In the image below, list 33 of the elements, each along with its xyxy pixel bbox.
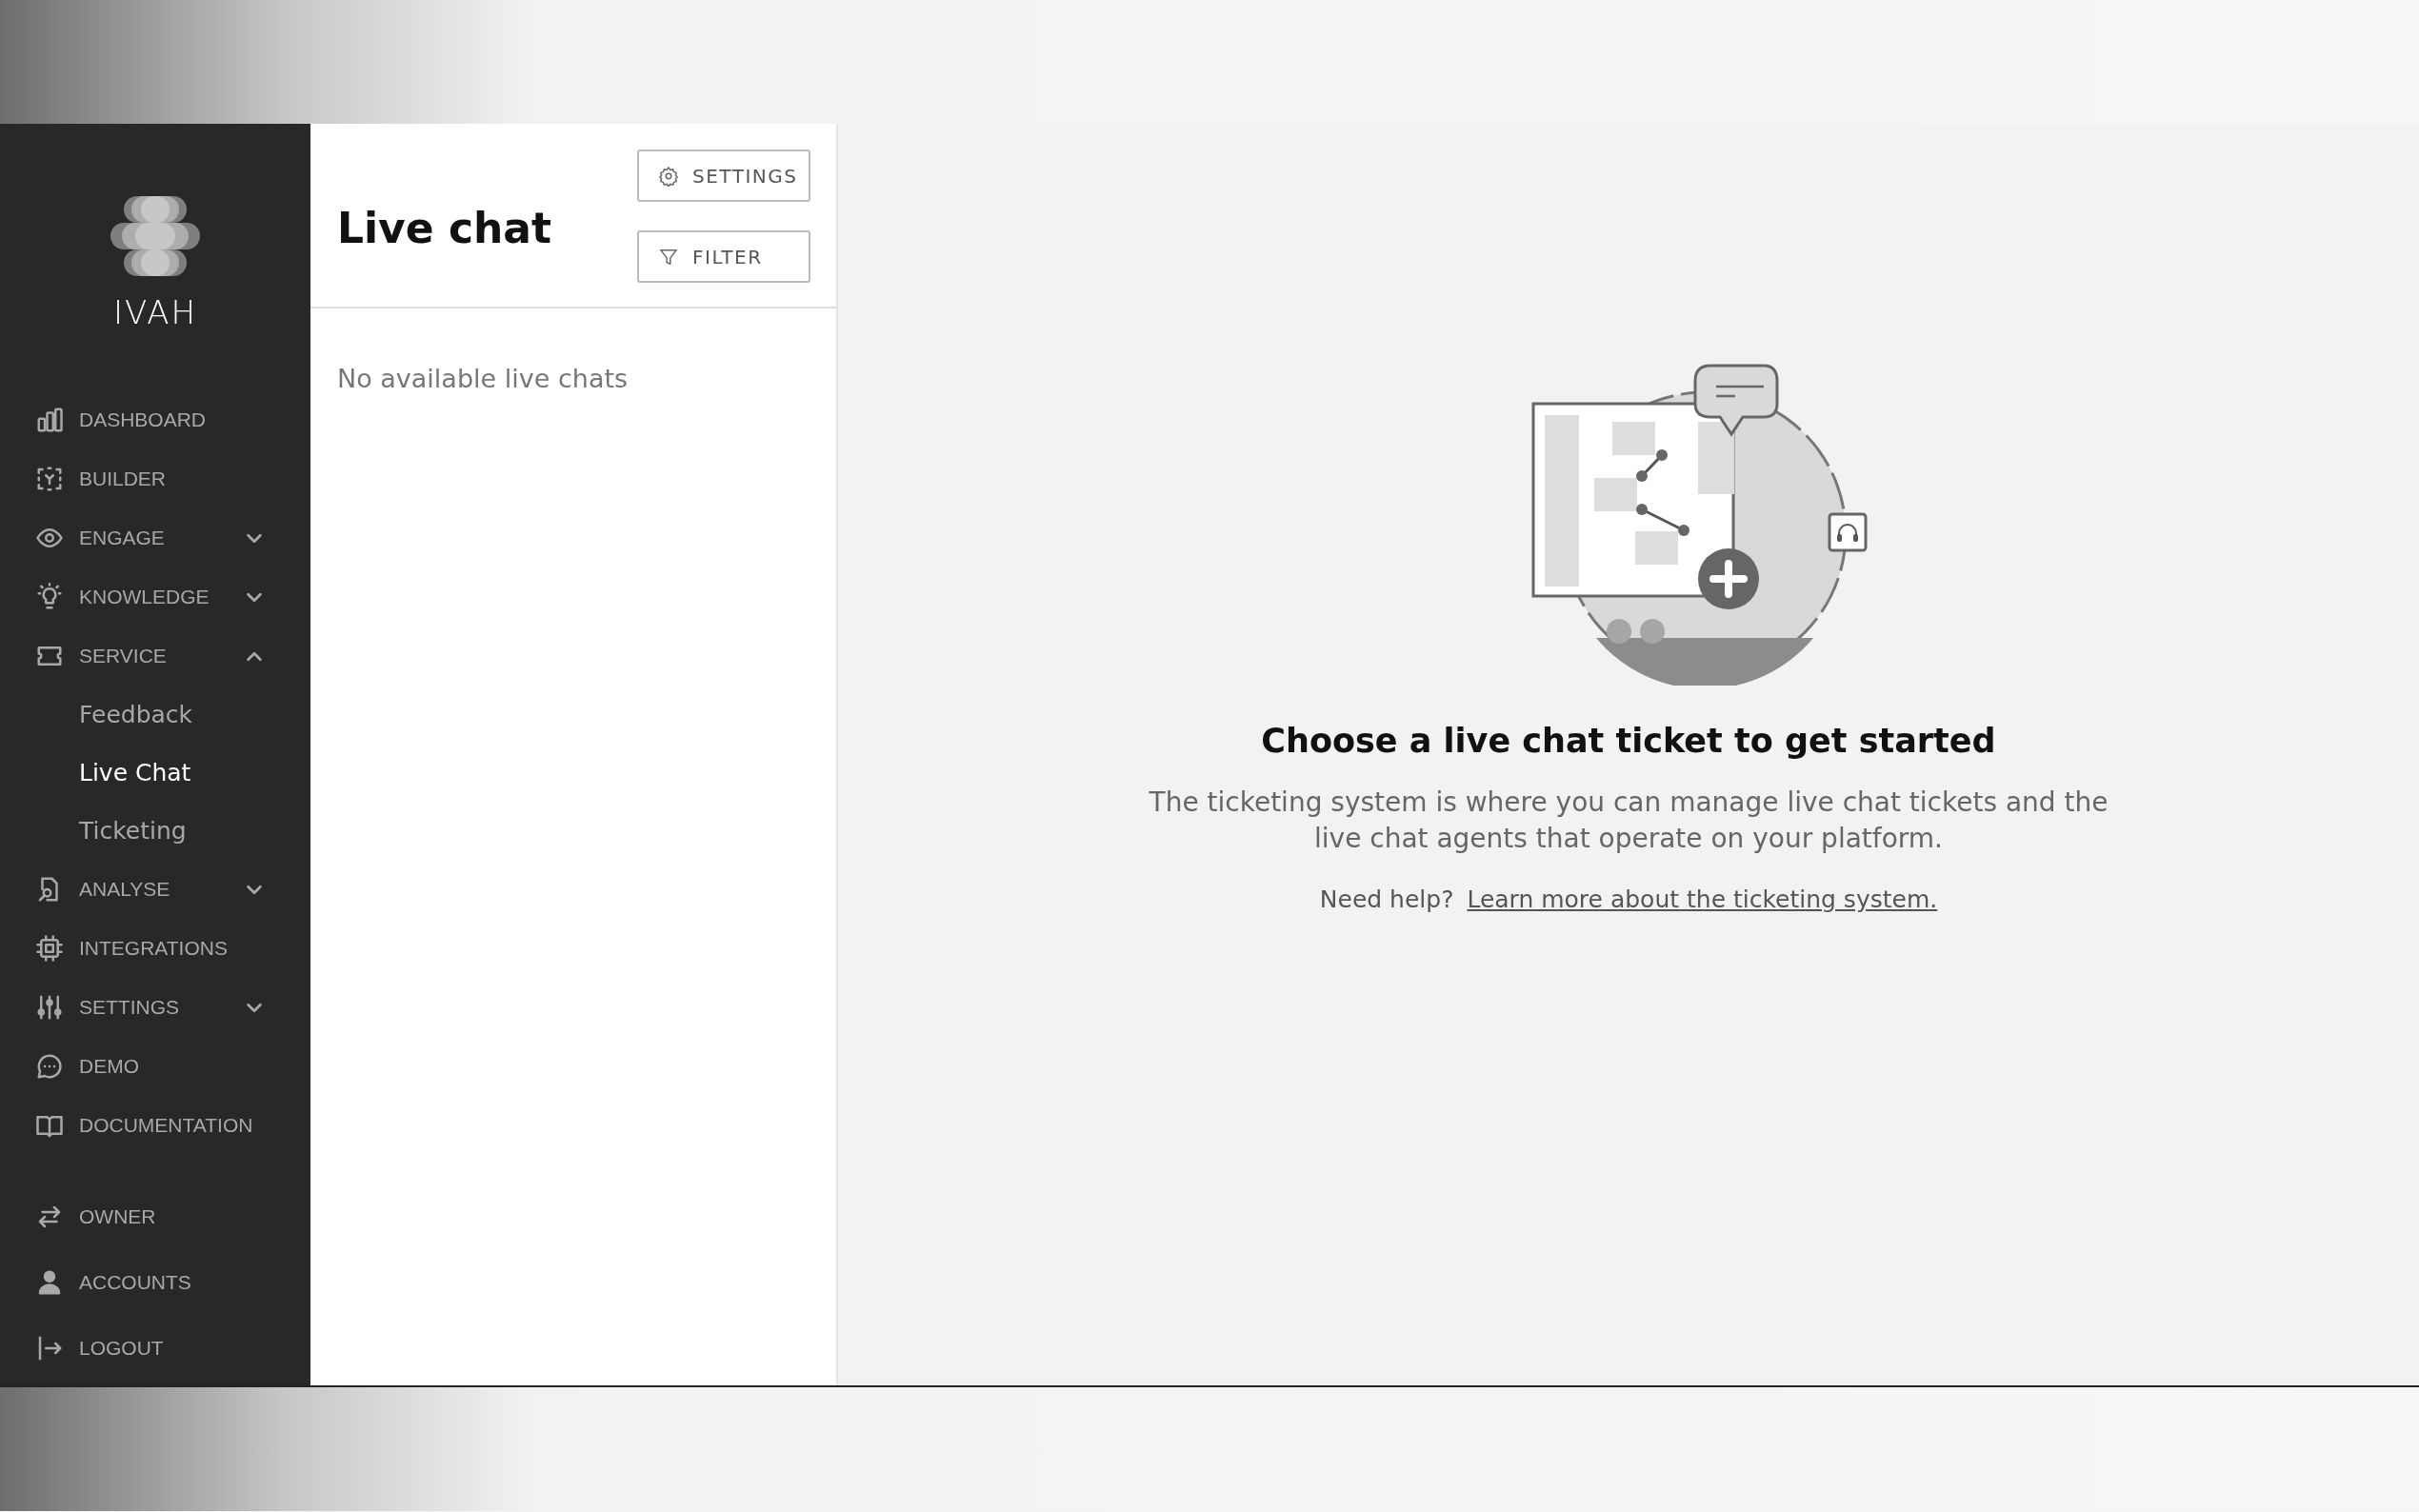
gear-icon — [658, 165, 679, 187]
nav-item[interactable]: SERVICE — [0, 627, 310, 686]
nav-item[interactable]: BUILDER — [0, 449, 310, 508]
nav-item[interactable]: ANALYSE — [0, 860, 310, 919]
filter-button[interactable]: FILTER — [637, 230, 810, 283]
chat-bubble-icon — [35, 1052, 64, 1081]
nav-subitem[interactable]: Live Chat — [0, 744, 310, 802]
nav-item[interactable]: KNOWLEDGE — [0, 567, 310, 627]
settings-button[interactable]: SETTINGS — [637, 149, 810, 202]
empty-message: No available live chats — [336, 363, 630, 395]
nav-item[interactable]: LOGOUT — [0, 1315, 310, 1381]
nav-item[interactable]: ENGAGE — [0, 508, 310, 567]
chip-icon — [35, 934, 64, 963]
help-text: Need help? — [1319, 885, 1454, 913]
logo-icon — [110, 196, 200, 276]
nav-item[interactable]: OWNER — [0, 1184, 310, 1249]
empty-state-heading: Choose a live chat ticket to get started — [1261, 722, 1996, 760]
sliders-icon — [35, 993, 64, 1022]
nav-subitem[interactable]: Ticketing — [0, 802, 310, 860]
lightbulb-icon — [35, 583, 64, 611]
nav-subitem[interactable]: Feedback — [0, 686, 310, 744]
nav-item[interactable]: INTEGRATIONS — [0, 919, 310, 978]
nav-item[interactable]: DEMO — [0, 1037, 310, 1096]
logo-text: IVAH — [113, 293, 197, 331]
bar-chart-icon — [35, 406, 64, 434]
nav-item[interactable]: DOCUMENTATION — [0, 1096, 310, 1155]
empty-state-description: The ticketing system is where you can manage live chat tickets and the live chat agents that operate on your platform. — [1148, 786, 2109, 856]
nav-item[interactable]: ACCOUNTS — [0, 1249, 310, 1315]
nav-item[interactable]: SETTINGS — [0, 978, 310, 1037]
help-link[interactable]: Learn more about the ticketing system. — [1467, 885, 1938, 913]
nav-item[interactable]: DASHBOARD — [0, 390, 310, 449]
page-title: Live chat — [337, 204, 552, 252]
dashed-frame-icon — [35, 465, 64, 493]
